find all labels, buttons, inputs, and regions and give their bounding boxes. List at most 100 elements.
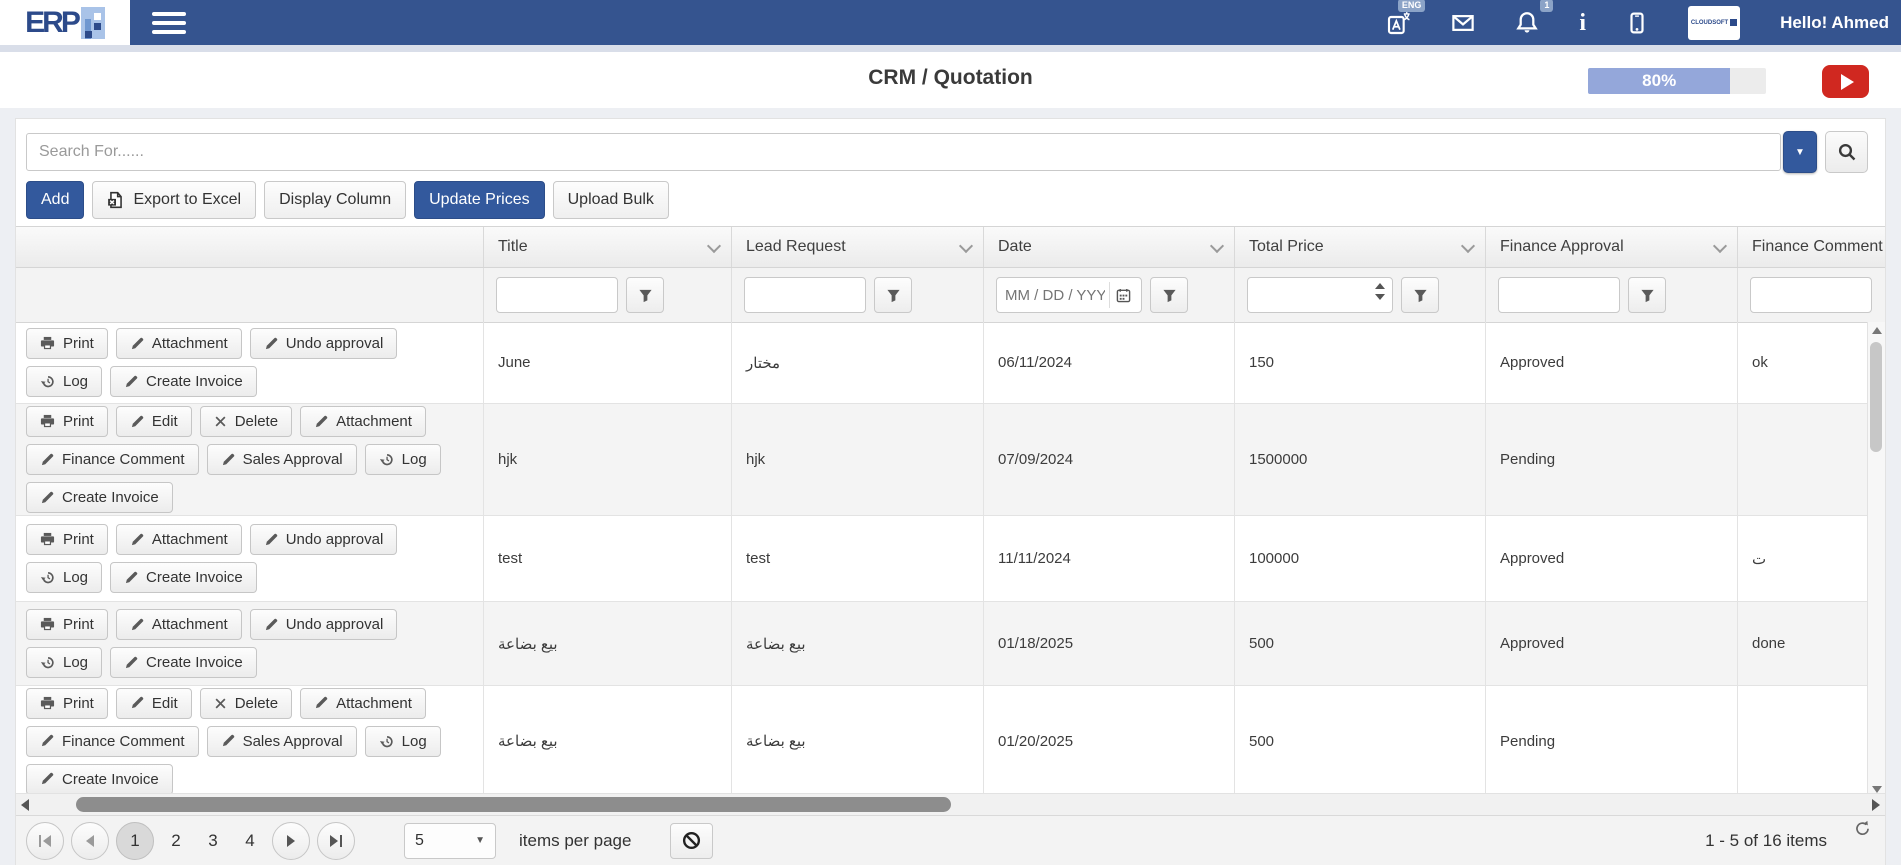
export-to-excel-button[interactable]: Export to Excel [92, 181, 256, 219]
horizontal-scrollbar-thumb[interactable] [76, 797, 951, 812]
mail-icon[interactable] [1451, 12, 1475, 34]
funnel-icon [1640, 288, 1655, 303]
search-button[interactable] [1825, 131, 1868, 173]
print-button[interactable]: Print [26, 328, 108, 359]
search-input[interactable] [26, 133, 1781, 171]
display-column-button[interactable]: Display Column [264, 181, 406, 219]
undo-approval-button[interactable]: Undo approval [250, 524, 398, 555]
create-invoice-button[interactable]: Create Invoice [26, 764, 173, 795]
finance-approval-filter-input[interactable] [1498, 277, 1620, 313]
refresh-icon[interactable] [1854, 820, 1871, 838]
app-logo[interactable]: ERP [0, 0, 130, 45]
horizontal-scrollbar[interactable] [16, 793, 1885, 816]
finance-approval-filter-button[interactable] [1628, 277, 1666, 313]
clear-filters-button[interactable] [670, 823, 713, 859]
finance-comment-filter-input[interactable] [1750, 277, 1872, 313]
delete-button[interactable]: Delete [200, 688, 292, 719]
last-page-button[interactable] [317, 822, 355, 860]
attachment-button[interactable]: Attachment [300, 688, 426, 719]
create-invoice-button[interactable]: Create Invoice [110, 647, 257, 678]
print-button[interactable]: Print [26, 609, 108, 640]
add-button[interactable]: Add [26, 181, 84, 219]
cell-finance-comment [1738, 686, 1885, 796]
lead-request-filter-input[interactable] [744, 277, 866, 313]
edit-button[interactable]: Edit [116, 688, 192, 719]
toolbar: Add Export to Excel Display Column Updat… [26, 181, 669, 221]
number-spinner[interactable] [1375, 283, 1385, 300]
scroll-right-arrow[interactable] [1872, 799, 1880, 811]
log-button[interactable]: Log [26, 366, 102, 397]
total-price-filter-button[interactable] [1401, 277, 1439, 313]
previous-page-icon [86, 835, 94, 847]
scroll-down-arrow[interactable] [1872, 786, 1882, 793]
log-button[interactable]: Log [365, 444, 441, 475]
log-button[interactable]: Log [26, 562, 102, 593]
edit-button[interactable]: Edit [116, 406, 192, 437]
scroll-left-arrow[interactable] [21, 799, 29, 811]
update-prices-button[interactable]: Update Prices [414, 181, 545, 219]
attachment-button[interactable]: Attachment [116, 609, 242, 640]
previous-page-button[interactable] [71, 822, 109, 860]
column-header-lead-request[interactable]: Lead Request [732, 227, 984, 267]
column-header-total-price[interactable]: Total Price [1235, 227, 1486, 267]
cell-date: 01/18/2025 [984, 602, 1235, 685]
pencil-icon [221, 734, 235, 748]
sales-approval-button[interactable]: Sales Approval [207, 726, 357, 757]
create-invoice-button[interactable]: Create Invoice [110, 366, 257, 397]
print-button[interactable]: Print [26, 688, 108, 719]
pager: 1 2 3 4 5 ▼ items per page 1 - 5 of 16 i… [16, 815, 1885, 865]
date-filter-button[interactable] [1150, 277, 1188, 313]
mobile-phone-icon[interactable] [1626, 11, 1648, 35]
page-size-select[interactable]: 5 ▼ [404, 823, 496, 859]
attachment-button[interactable]: Attachment [300, 406, 426, 437]
history-icon [40, 374, 55, 389]
language-button[interactable]: ENG [1387, 11, 1411, 35]
attachment-button[interactable]: Attachment [116, 328, 242, 359]
print-button[interactable]: Print [26, 406, 108, 437]
log-button[interactable]: Log [365, 726, 441, 757]
column-header-finance-comment[interactable]: Finance Comment [1738, 227, 1885, 267]
column-header-date[interactable]: Date [984, 227, 1235, 267]
delete-button[interactable]: Delete [200, 406, 292, 437]
title-filter-button[interactable] [626, 277, 664, 313]
log-button[interactable]: Log [26, 647, 102, 678]
first-page-button[interactable] [26, 822, 64, 860]
sales-approval-button[interactable]: Sales Approval [207, 444, 357, 475]
page-button-2[interactable]: 2 [161, 831, 191, 851]
create-invoice-button[interactable]: Create Invoice [110, 562, 257, 593]
info-icon[interactable]: i [1579, 11, 1586, 35]
undo-approval-button[interactable]: Undo approval [250, 609, 398, 640]
search-dropdown-button[interactable]: ▼ [1783, 131, 1817, 173]
column-header-finance-approval[interactable]: Finance Approval [1486, 227, 1738, 267]
grid-body: Print Attachment Undo approval Log Creat… [16, 322, 1885, 798]
page-button-3[interactable]: 3 [198, 831, 228, 851]
title-filter-input[interactable] [496, 277, 618, 313]
vertical-scrollbar[interactable] [1867, 322, 1885, 798]
cell-total-price: 500 [1235, 602, 1486, 685]
page-button-1[interactable]: 1 [116, 822, 154, 860]
finance-comment-button[interactable]: Finance Comment [26, 444, 199, 475]
video-play-button[interactable] [1822, 65, 1869, 98]
total-price-filter-input[interactable] [1247, 277, 1393, 313]
user-greeting[interactable]: Hello! Ahmed [1780, 13, 1889, 33]
row-actions: Print Attachment Undo approval Log Creat… [16, 322, 484, 403]
filter-cell-finance-approval [1486, 268, 1738, 322]
scroll-up-arrow[interactable] [1872, 327, 1882, 334]
print-button[interactable]: Print [26, 524, 108, 555]
hamburger-menu-icon[interactable] [152, 8, 192, 38]
vertical-scrollbar-thumb[interactable] [1870, 342, 1882, 452]
next-page-button[interactable] [272, 822, 310, 860]
lead-request-filter-button[interactable] [874, 277, 912, 313]
create-invoice-button[interactable]: Create Invoice [26, 482, 173, 513]
table-row: Print Edit Delete Attachment Finance Com… [16, 686, 1885, 797]
attachment-button[interactable]: Attachment [116, 524, 242, 555]
notifications-bell-icon[interactable]: 1 [1515, 11, 1539, 35]
calendar-button[interactable] [1109, 282, 1137, 308]
upload-bulk-button[interactable]: Upload Bulk [553, 181, 669, 219]
page-button-4[interactable]: 4 [235, 831, 265, 851]
table-row: Print Attachment Undo approval Log Creat… [16, 516, 1885, 602]
logo-text: ERP [25, 6, 78, 40]
column-header-title[interactable]: Title [484, 227, 732, 267]
finance-comment-button[interactable]: Finance Comment [26, 726, 199, 757]
undo-approval-button[interactable]: Undo approval [250, 328, 398, 359]
